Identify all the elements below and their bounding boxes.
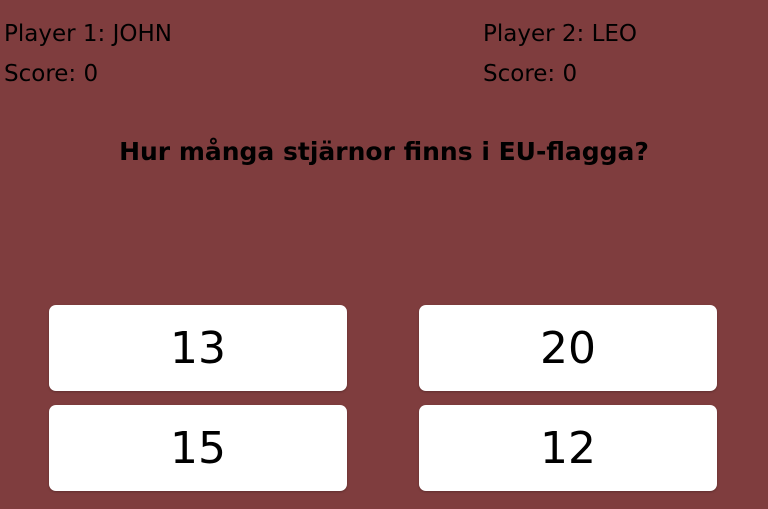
player-2-score: Score: 0 xyxy=(483,61,578,87)
answer-label: 12 xyxy=(540,422,596,474)
answer-button-2[interactable]: 20 xyxy=(419,305,717,391)
answer-label: 13 xyxy=(170,322,226,374)
answer-button-1[interactable]: 13 xyxy=(49,305,347,391)
answer-button-4[interactable]: 12 xyxy=(419,405,717,491)
player-1-panel: Player 1: JOHN Score: 0 xyxy=(4,14,172,94)
answer-button-3[interactable]: 15 xyxy=(49,405,347,491)
player-2-panel: Player 2: LEO Score: 0 xyxy=(483,14,637,94)
player-2-name: Player 2: LEO xyxy=(483,21,638,47)
player-1-score: Score: 0 xyxy=(4,61,99,87)
player-1-name: Player 1: JOHN xyxy=(4,21,172,47)
answer-label: 20 xyxy=(540,322,596,374)
answer-label: 15 xyxy=(170,422,226,474)
question-text: Hur många stjärnor finns i EU-flagga? xyxy=(119,137,649,166)
